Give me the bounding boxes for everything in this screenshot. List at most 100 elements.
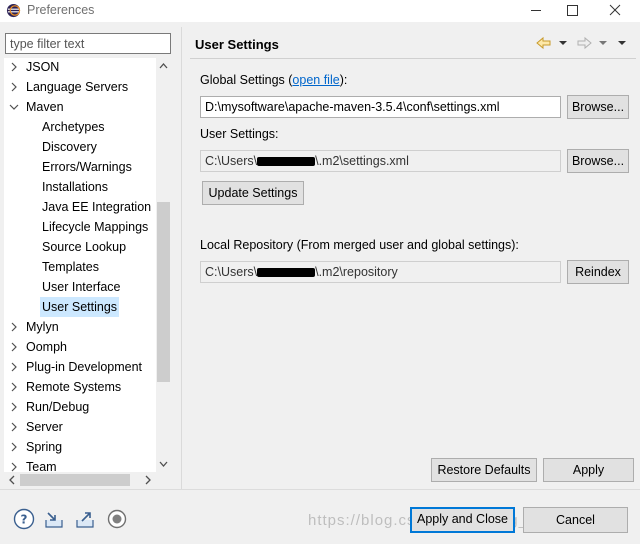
window-title: Preferences — [27, 3, 95, 17]
tree-item[interactable]: Server — [4, 417, 156, 437]
chevron-right-icon[interactable] — [9, 77, 19, 97]
tree-item-label: Team — [26, 460, 57, 472]
global-settings-label: Global Settings (open file): — [200, 73, 347, 87]
tree-item-label: Oomph — [26, 340, 67, 354]
tree-item-label: Java EE Integration — [42, 200, 152, 214]
apply-button[interactable]: Apply — [543, 458, 634, 482]
update-settings-button[interactable]: Update Settings — [202, 181, 304, 205]
apply-and-close-button[interactable]: Apply and Close — [410, 507, 515, 533]
global-settings-label-suffix: ): — [339, 73, 348, 87]
chevron-right-icon[interactable] — [9, 417, 19, 437]
redacted-username — [257, 157, 316, 167]
tree-item[interactable]: Source Lookup — [4, 237, 156, 257]
tree-item[interactable]: Language Servers — [4, 77, 156, 97]
scroll-right-icon[interactable] — [140, 472, 156, 488]
tree-item-label: JSON — [26, 60, 60, 74]
tree-item[interactable]: Plug-in Development — [4, 357, 156, 377]
chevron-down-icon[interactable] — [9, 97, 19, 117]
local-repository-label: Local Repository (From merged user and g… — [200, 238, 519, 252]
header-separator — [190, 58, 636, 59]
scroll-down-icon[interactable] — [156, 456, 171, 472]
chevron-right-icon[interactable] — [9, 317, 19, 337]
eclipse-icon — [6, 3, 21, 18]
close-icon[interactable] — [595, 0, 635, 22]
tree-item-label: Server — [26, 420, 63, 434]
tree-item[interactable]: Java EE Integration — [4, 197, 156, 217]
chevron-right-icon[interactable] — [9, 337, 19, 357]
tree-item-label: Run/Debug — [26, 400, 90, 414]
tree-item[interactable]: Maven — [4, 97, 156, 117]
tree-item-label: Archetypes — [42, 120, 105, 134]
tree-item[interactable]: Team — [4, 457, 156, 472]
chevron-right-icon[interactable] — [9, 377, 19, 397]
global-settings-field[interactable]: D:\mysoftware\apache-maven-3.5.4\conf\se… — [200, 96, 561, 118]
tree-item[interactable]: JSON — [4, 58, 156, 77]
global-settings-value: D:\mysoftware\apache-maven-3.5.4\conf\se… — [205, 100, 500, 114]
tree-horizontal-scroll-thumb[interactable] — [20, 474, 130, 486]
tree-item[interactable]: Spring — [4, 437, 156, 457]
chevron-right-icon[interactable] — [9, 397, 19, 417]
chevron-right-icon[interactable] — [9, 437, 19, 457]
help-icon[interactable]: ? — [13, 508, 35, 530]
global-browse-button[interactable]: Browse... — [567, 95, 629, 119]
tree-item[interactable]: User Settings — [4, 297, 156, 317]
local-repository-field[interactable]: C:\Users\ \.m2\repository — [200, 261, 561, 283]
user-settings-label: User Settings: — [200, 127, 279, 141]
forward-arrow-icon[interactable] — [575, 35, 593, 51]
user-settings-field[interactable]: C:\Users\ \.m2\settings.xml — [200, 150, 561, 172]
user-browse-button[interactable]: Browse... — [567, 149, 629, 173]
tree-item-label: User Settings — [40, 297, 120, 317]
tree-item-label: Source Lookup — [42, 240, 127, 254]
view-menu-icon[interactable] — [616, 37, 628, 49]
scroll-left-icon[interactable] — [4, 472, 20, 488]
reindex-button[interactable]: Reindex — [567, 260, 629, 284]
open-file-link[interactable]: open file — [292, 73, 339, 87]
tree-item-label: Language Servers — [26, 80, 129, 94]
tree-item[interactable]: Archetypes — [4, 117, 156, 137]
tree-item[interactable]: Errors/Warnings — [4, 157, 156, 177]
tree-item[interactable]: Mylyn — [4, 317, 156, 337]
page-title: User Settings — [195, 37, 279, 52]
tree-item[interactable]: Oomph — [4, 337, 156, 357]
tree-item-label: Maven — [26, 100, 64, 114]
global-settings-label-text: Global Settings ( — [200, 73, 293, 87]
tree-item-label: Installations — [42, 180, 109, 194]
tree-item-label: Spring — [26, 440, 63, 454]
tree-item[interactable]: User Interface — [4, 277, 156, 297]
back-arrow-icon[interactable] — [535, 35, 553, 51]
tree-item[interactable]: Run/Debug — [4, 397, 156, 417]
import-icon[interactable] — [43, 508, 65, 530]
preference-tree: JSON Language Servers Maven Archetypes Disco… — [4, 58, 156, 472]
tree-item-label: Plug-in Development — [26, 360, 143, 374]
tree-item-label: Remote Systems — [26, 380, 122, 394]
tree-item[interactable]: Templates — [4, 257, 156, 277]
restore-defaults-button[interactable]: Restore Defaults — [431, 458, 537, 482]
minimize-icon[interactable] — [516, 0, 556, 22]
tree-item[interactable]: Lifecycle Mappings — [4, 217, 156, 237]
chevron-right-icon[interactable] — [9, 357, 19, 377]
tree-item[interactable]: Discovery — [4, 137, 156, 157]
chevron-right-icon[interactable] — [9, 457, 19, 472]
user-settings-value-prefix: C:\Users\ — [205, 154, 258, 168]
filter-input[interactable] — [5, 33, 171, 54]
tree-item-label: Mylyn — [26, 320, 59, 334]
maximize-icon[interactable] — [552, 0, 592, 22]
cancel-button[interactable]: Cancel — [523, 507, 628, 533]
forward-dropdown-icon[interactable] — [597, 37, 609, 49]
tree-vertical-scroll-thumb[interactable] — [157, 202, 170, 382]
back-dropdown-icon[interactable] — [557, 37, 569, 49]
tree-item-label: Errors/Warnings — [42, 160, 132, 174]
scroll-up-icon[interactable] — [156, 58, 171, 74]
tree-item-label: Discovery — [42, 140, 97, 154]
export-icon[interactable] — [74, 508, 96, 530]
tree-item-label: Lifecycle Mappings — [42, 220, 149, 234]
tree-item-label: Templates — [42, 260, 99, 274]
tree-item[interactable]: Installations — [4, 177, 156, 197]
tree-item-label: User Interface — [42, 280, 121, 294]
record-icon[interactable] — [106, 508, 128, 530]
local-repository-value-prefix: C:\Users\ — [205, 265, 258, 279]
redacted-username — [257, 268, 316, 278]
chevron-right-icon[interactable] — [9, 58, 19, 77]
tree-item[interactable]: Remote Systems — [4, 377, 156, 397]
local-repository-value-suffix: \.m2\repository — [315, 265, 398, 279]
